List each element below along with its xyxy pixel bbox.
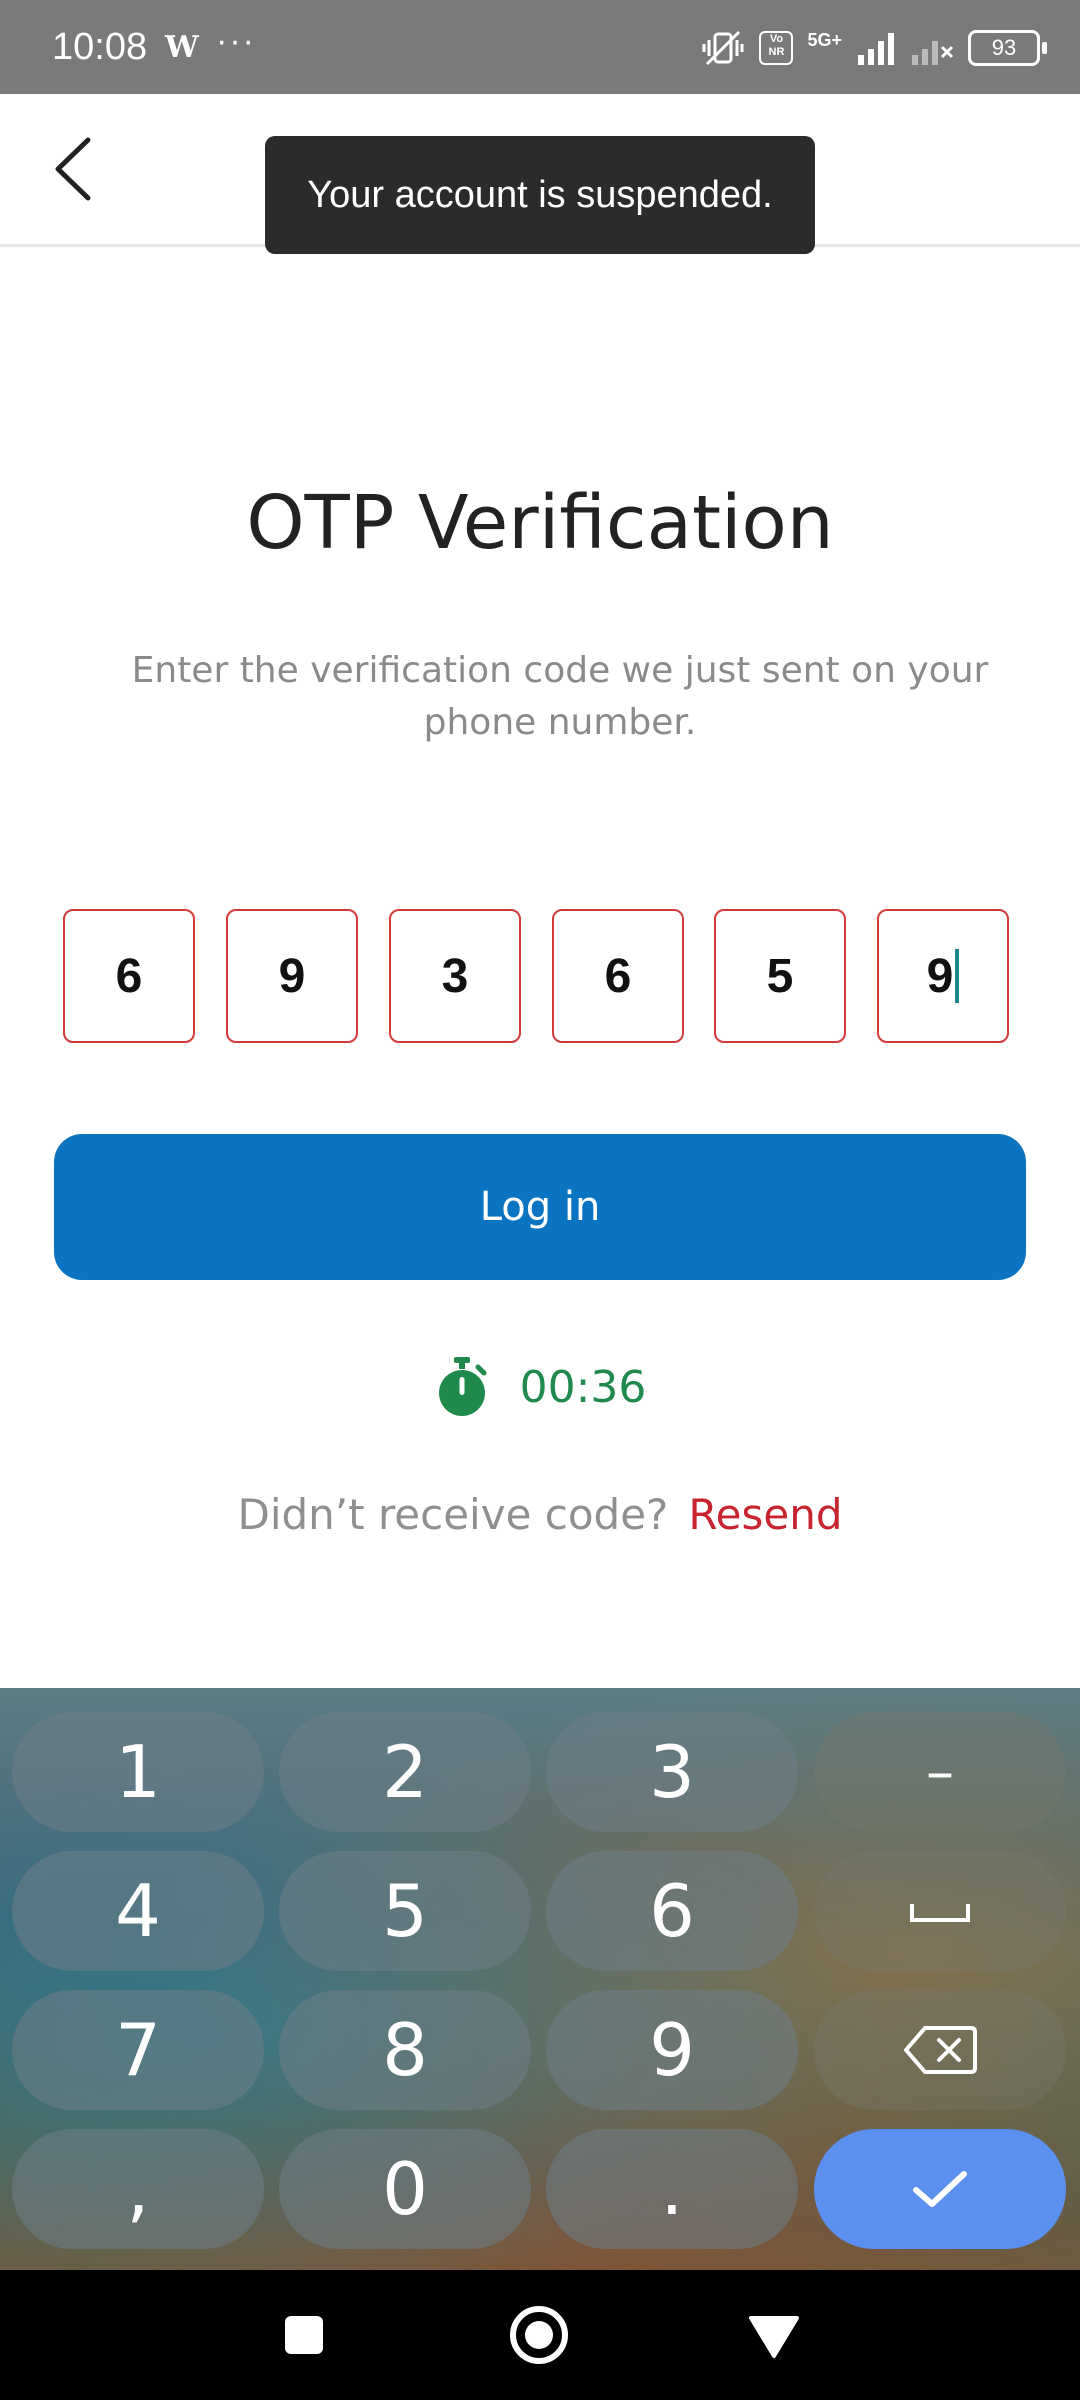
key-3[interactable]: 3 bbox=[546, 1712, 798, 1832]
key-7[interactable]: 7 bbox=[12, 1990, 264, 2110]
otp-digit-5[interactable]: 5 bbox=[714, 909, 846, 1043]
home-circle-icon bbox=[510, 2306, 568, 2364]
key-done[interactable] bbox=[814, 2129, 1066, 2249]
key-2[interactable]: 2 bbox=[279, 1712, 531, 1832]
backspace-icon bbox=[904, 2026, 977, 2074]
otp-digit-value: 6 bbox=[115, 949, 143, 1003]
status-icons: Vo NR 5G+ 93 bbox=[701, 26, 1047, 70]
key-minus[interactable]: – bbox=[814, 1712, 1066, 1832]
status-time: 10:08 bbox=[52, 26, 148, 68]
resend-link[interactable]: Resend bbox=[688, 1490, 842, 1539]
check-icon bbox=[913, 2171, 967, 2207]
resend-row: Didn’t receive code? Resend bbox=[0, 1490, 1080, 1539]
key-0[interactable]: 0 bbox=[279, 2129, 531, 2249]
toast-message: Your account is suspended. bbox=[265, 136, 815, 254]
otp-digit-value: 6 bbox=[604, 949, 632, 1003]
stopwatch-icon bbox=[438, 1357, 487, 1416]
otp-digit-6[interactable]: 9 bbox=[877, 909, 1009, 1043]
space-icon bbox=[910, 1904, 970, 1922]
back-nav-button[interactable] bbox=[739, 2300, 809, 2370]
otp-input-group: 6 9 3 6 5 9 bbox=[63, 909, 1013, 1047]
key-8[interactable]: 8 bbox=[279, 1990, 531, 2110]
otp-digit-1[interactable]: 6 bbox=[63, 909, 195, 1043]
timer-value: 00:36 bbox=[519, 1361, 647, 1413]
otp-digit-4[interactable]: 6 bbox=[552, 909, 684, 1043]
back-button[interactable] bbox=[44, 134, 114, 204]
key-space[interactable] bbox=[814, 1851, 1066, 1971]
resend-question: Didn’t receive code? bbox=[237, 1490, 669, 1539]
page-title: OTP Verification bbox=[246, 480, 834, 566]
otp-digit-3[interactable]: 3 bbox=[389, 909, 521, 1043]
text-cursor bbox=[955, 949, 960, 1003]
login-button[interactable]: Log in bbox=[54, 1134, 1026, 1280]
network-type: 5G+ bbox=[807, 29, 842, 50]
vonr-icon: Vo NR bbox=[759, 31, 794, 65]
otp-digit-2[interactable]: 9 bbox=[226, 909, 358, 1043]
minus-icon: – bbox=[926, 1739, 954, 1805]
vibrate-mute-icon bbox=[702, 30, 744, 66]
more-notifications-icon: ··· bbox=[216, 22, 256, 60]
back-triangle-icon bbox=[749, 2316, 799, 2358]
home-button[interactable] bbox=[504, 2300, 574, 2370]
square-icon bbox=[285, 2316, 323, 2354]
page-subtitle: Enter the verification code we just sent… bbox=[131, 650, 989, 743]
battery-icon: 93 bbox=[968, 30, 1047, 66]
key-1[interactable]: 1 bbox=[12, 1712, 264, 1832]
key-backspace[interactable] bbox=[814, 1990, 1066, 2110]
countdown-timer: 00:36 bbox=[0, 1352, 1080, 1422]
status-bar: 10:08 W ··· Vo NR 5G+ 93 bbox=[0, 0, 1080, 94]
key-6[interactable]: 6 bbox=[546, 1851, 798, 1971]
key-9[interactable]: 9 bbox=[546, 1990, 798, 2110]
key-5[interactable]: 5 bbox=[279, 1851, 531, 1971]
numeric-keyboard: 1 2 3 – 4 5 6 7 8 9 , 0 . bbox=[0, 1688, 1080, 2270]
signal-no-service-icon bbox=[912, 41, 954, 65]
key-period[interactable]: . bbox=[546, 2129, 798, 2249]
key-4[interactable]: 4 bbox=[12, 1851, 264, 1971]
key-comma[interactable]: , bbox=[12, 2129, 264, 2249]
system-nav-bar bbox=[0, 2270, 1080, 2400]
otp-digit-value: 9 bbox=[278, 949, 306, 1003]
otp-digit-value: 5 bbox=[766, 949, 794, 1003]
signal-icon bbox=[858, 33, 894, 65]
otp-digit-value: 3 bbox=[441, 949, 469, 1003]
otp-digit-value: 9 bbox=[926, 949, 954, 1003]
carrier-glyph-icon: W bbox=[165, 30, 199, 65]
chevron-left-icon bbox=[55, 137, 91, 201]
recents-button[interactable] bbox=[269, 2300, 339, 2370]
